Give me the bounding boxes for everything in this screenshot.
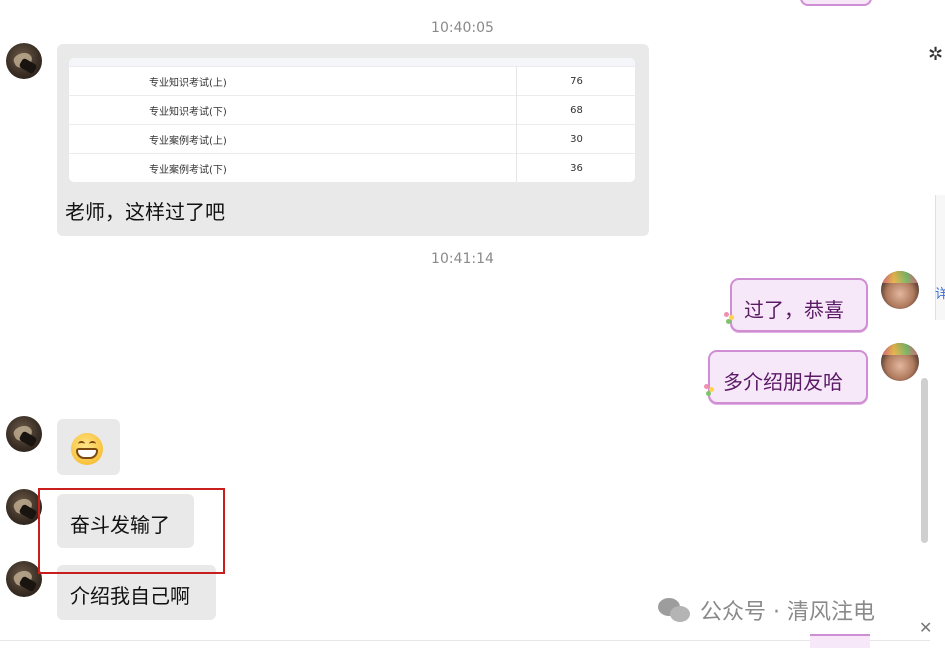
scrollbar-thumb[interactable]	[921, 378, 928, 543]
message-bubble-sent[interactable]: 过了，恭喜	[730, 278, 868, 332]
chat-window: 10:40:05 专业知识考试(上) 76 专业知识考试(下) 68 专业案例考…	[0, 0, 945, 648]
subject-cell: 专业知识考试(上)	[69, 66, 517, 96]
subject-cell: 专业案例考试(下)	[69, 153, 517, 182]
close-icon[interactable]: ✕	[919, 618, 932, 637]
grinning-face-icon	[71, 433, 103, 465]
message-bubble-image[interactable]: 专业知识考试(上) 76 专业知识考试(下) 68 专业案例考试(上) 30 专…	[57, 44, 649, 236]
score-table: 专业知识考试(上) 76 专业知识考试(下) 68 专业案例考试(上) 30 专…	[69, 66, 635, 182]
table-row: 专业知识考试(上) 76	[69, 66, 635, 96]
score-cell: 36	[570, 162, 583, 174]
message-text: 过了，恭喜	[744, 298, 844, 322]
table-row: 专业案例考试(下) 36	[69, 153, 635, 182]
flower-decoration-icon	[724, 312, 736, 326]
side-panel-link[interactable]: 详	[935, 283, 945, 302]
avatar[interactable]	[881, 271, 919, 309]
timestamp: 10:40:05	[431, 20, 494, 36]
partial-bubble-bottom	[810, 634, 870, 648]
timestamp: 10:41:14	[431, 251, 494, 267]
subject-cell: 专业知识考试(下)	[69, 95, 517, 125]
avatar[interactable]	[6, 489, 42, 525]
message-text: 多介绍朋友哈	[723, 370, 843, 394]
table-row: 专业知识考试(下) 68	[69, 95, 635, 125]
avatar[interactable]	[6, 416, 42, 452]
score-cell: 68	[570, 104, 583, 116]
score-cell: 76	[570, 75, 583, 87]
subject-cell: 专业案例考试(上)	[69, 124, 517, 154]
gear-icon[interactable]: ✲	[928, 44, 943, 65]
avatar[interactable]	[6, 43, 42, 79]
image-header-bar	[69, 58, 635, 66]
message-bubble-emoji[interactable]	[57, 419, 120, 475]
message-text: 老师，这样过了吧	[65, 200, 225, 224]
score-cell: 30	[570, 133, 583, 145]
message-text: 介绍我自己啊	[70, 584, 190, 608]
table-row: 专业案例考试(上) 30	[69, 124, 635, 154]
message-bubble-sent[interactable]: 多介绍朋友哈	[708, 350, 868, 404]
watermark: 公众号 · 清风注电	[658, 594, 875, 626]
flower-decoration-icon	[704, 384, 716, 398]
wechat-logo-icon	[658, 596, 692, 624]
divider	[0, 640, 930, 641]
partial-bubble-top	[800, 0, 872, 6]
avatar[interactable]	[881, 343, 919, 381]
score-image[interactable]: 专业知识考试(上) 76 专业知识考试(下) 68 专业案例考试(上) 30 专…	[69, 58, 635, 182]
watermark-text: 公众号 · 清风注电	[700, 600, 875, 625]
avatar[interactable]	[6, 561, 42, 597]
highlight-box	[38, 488, 225, 574]
